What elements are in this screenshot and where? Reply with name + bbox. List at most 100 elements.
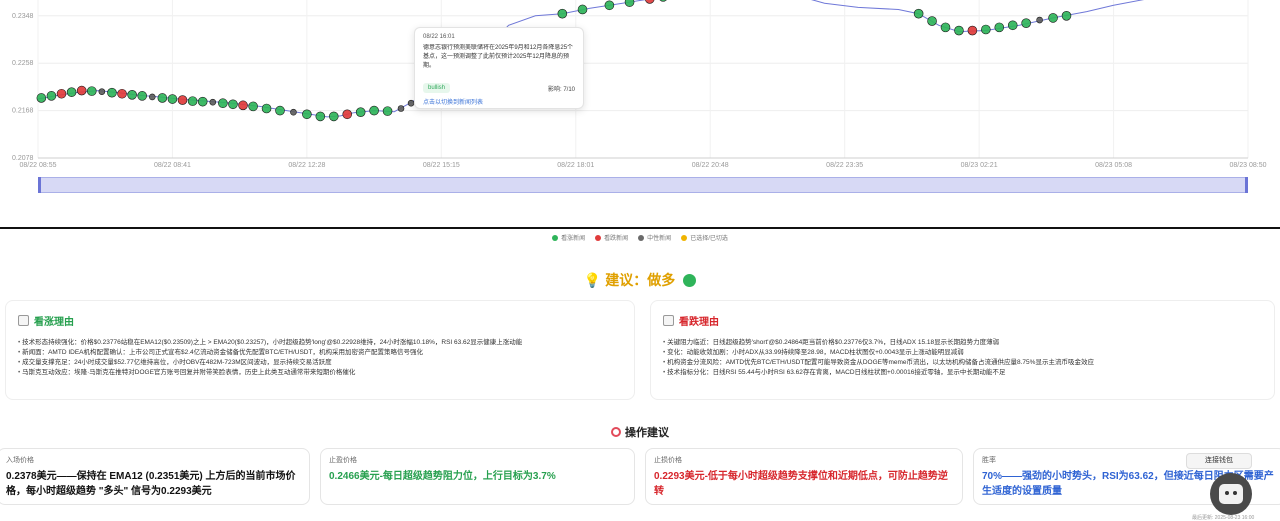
bull-reason-item: 新闻面：AMTD IDEA机构配置确认：上市公司正式宣布$2.4亿流动资金储备优…	[18, 348, 622, 358]
robot-icon	[1219, 484, 1243, 504]
news-marker-bull	[228, 99, 238, 110]
news-marker-neutral	[397, 105, 405, 112]
robot-eye-icon	[1233, 491, 1237, 495]
bullish-title: 看涨理由	[34, 317, 74, 328]
legend-label: 中性新闻	[647, 236, 672, 242]
news-marker-neutral	[98, 88, 106, 95]
assistant-bot-button[interactable]	[1210, 473, 1252, 515]
news-marker-bear	[342, 109, 353, 120]
news-marker-bull	[46, 91, 57, 101]
news-marker-bear	[56, 88, 67, 99]
x-tick-label: 08/22 12:28	[288, 162, 325, 169]
impact-score: 影响: 7/10	[547, 86, 575, 93]
bearish-title: 看跌理由	[679, 317, 719, 328]
legend-bear[interactable]: 看跌新闻	[595, 233, 628, 242]
recommendation-text: 建议：做多	[605, 272, 676, 288]
bullish-reasons-panel: 看涨理由 技术形态持续强化：价格$0.23776站稳在EMA12($0.2350…	[5, 300, 635, 400]
legend-bull[interactable]: 看涨新闻	[552, 233, 585, 242]
card-label: 止损价格	[654, 457, 682, 464]
entry-price-card: 入场价格 0.2378美元——保持在 EMA12 (0.2351美元) 上方后的…	[0, 448, 310, 505]
news-marker-bull	[218, 98, 228, 109]
news-marker-bull	[302, 109, 312, 120]
bull-reason-item: 成交量支撑充足：24小时成交量$52.77亿维持高位，小时OBV在482M-72…	[18, 358, 622, 368]
bear-dot-icon	[595, 234, 602, 241]
news-marker-bull	[1048, 13, 1058, 23]
slider-left-handle[interactable]	[38, 177, 41, 193]
card-value: 0.2378美元——保持在 EMA12 (0.2351美元) 上方后的当前市场价…	[6, 471, 296, 497]
news-marker-neutral	[1036, 16, 1043, 24]
bear-reason-item: 机构资金分流风险：AMTD优先BTC/ETH/USDT配置可能导致资金从DOGE…	[663, 358, 1262, 368]
time-range-slider[interactable]	[38, 177, 1248, 193]
x-tick-label: 08/22 08:55	[20, 162, 57, 169]
news-marker-bull	[275, 105, 285, 116]
news-marker-bull	[927, 16, 937, 26]
y-tick-label: 0.2258	[12, 60, 34, 67]
news-marker-bull	[355, 107, 366, 117]
recommendation-heading: 💡 建议：做多	[0, 270, 1280, 290]
news-marker-bull	[940, 22, 951, 33]
news-marker-bear	[117, 88, 127, 99]
target-icon	[611, 427, 621, 437]
card-label: 入场价格	[6, 457, 34, 464]
news-marker-bull	[954, 25, 964, 36]
sentiment-badge: bullish	[423, 83, 451, 93]
y-tick-label: 0.2168	[12, 108, 34, 115]
news-marker-bull	[577, 4, 588, 15]
news-marker-bull	[1021, 18, 1031, 28]
x-tick-label: 08/22 15:15	[423, 162, 460, 169]
selected-dot-icon	[681, 234, 688, 241]
operations-title: 操作建议	[625, 427, 669, 439]
connect-wallet-button[interactable]: 连接钱包	[1186, 453, 1252, 469]
news-marker-bear	[967, 25, 978, 36]
news-marker-bull	[913, 8, 924, 19]
news-marker-bull	[624, 0, 635, 7]
x-tick-label: 08/23 05:08	[1095, 162, 1132, 169]
news-marker-bull	[248, 101, 258, 112]
x-tick-label: 08/23 02:21	[961, 162, 998, 169]
price-chart[interactable]: 0.2348 0.2258 0.2168 0.2078 08/22 08:55 08/22…	[0, 0, 1280, 196]
chart-down-icon	[663, 315, 674, 326]
legend-neutral[interactable]: 中性新闻	[638, 233, 671, 242]
bull-reason-item: 技术形态持续强化：价格$0.23776站稳在EMA12($0.23509)之上 …	[18, 338, 622, 348]
neutral-dot-icon	[638, 234, 645, 241]
chart-legend: 看涨新闻 看跌新闻 中性新闻 已选择/已切选	[0, 233, 1280, 242]
news-marker-bull	[197, 96, 208, 107]
bear-reason-item: 关键阻力临近：日线超级趋势'short'@$0.24864距当前价格$0.237…	[663, 338, 1262, 348]
news-marker-bull	[261, 103, 272, 114]
y-tick-label: 0.2348	[12, 13, 34, 20]
price-chart-svg: 0.2348 0.2258 0.2168 0.207808/22 08:55 08/22…	[12, 0, 1267, 169]
legend-selected[interactable]: 已选择/已切选	[681, 233, 728, 242]
news-marker-bull	[36, 93, 47, 103]
news-marker-bull	[994, 22, 1005, 33]
news-marker-bull	[382, 106, 393, 116]
chart-up-icon	[18, 315, 29, 326]
switch-to-news-link[interactable]: 点击以切换到新闻列表	[423, 97, 575, 106]
operations-heading: 操作建议	[0, 424, 1280, 440]
news-marker-neutral	[148, 93, 156, 101]
news-marker-bull	[369, 105, 379, 116]
x-tick-label: 08/22 20:48	[692, 162, 729, 169]
robot-eye-icon	[1225, 491, 1229, 495]
news-marker-bull	[187, 96, 198, 106]
last-updated: 最后更新: 2025-08-23 16:00	[1192, 515, 1255, 521]
news-marker-bull	[981, 24, 991, 35]
bear-reason-item: 技术指标分化：日线RSI 55.44与小时RSI 63.62存在背离，MACD日…	[663, 368, 1262, 378]
section-divider	[0, 227, 1280, 229]
news-marker-bear	[177, 95, 188, 105]
x-tick-label: 08/22 23:35	[826, 162, 863, 169]
legend-label: 已选择/已切选	[690, 236, 728, 242]
card-value: 0.2466美元-每日超级趋势阻力位，上行目标为3.7%	[329, 471, 556, 482]
news-marker-bear	[238, 100, 248, 111]
news-marker-bull	[86, 86, 97, 96]
news-marker-neutral	[209, 98, 217, 106]
card-label: 止盈价格	[329, 457, 357, 464]
news-marker-bull	[137, 91, 147, 101]
bearish-reasons-panel: 看跌理由 关键阻力临近：日线超级趋势'short'@$0.24864距当前价格$…	[650, 300, 1275, 400]
stop-loss-card: 止损价格 0.2293美元-低于每小时超级趋势支撑位和近期低点，可防止趋势逆转	[645, 448, 963, 505]
news-marker-bear	[76, 85, 87, 96]
take-profit-card: 止盈价格 0.2466美元-每日超级趋势阻力位，上行目标为3.7%	[320, 448, 635, 505]
news-marker-bull	[1061, 11, 1072, 21]
slider-right-handle[interactable]	[1245, 177, 1248, 193]
news-marker-bull	[604, 0, 615, 11]
x-tick-label: 08/22 18:01	[557, 162, 594, 169]
